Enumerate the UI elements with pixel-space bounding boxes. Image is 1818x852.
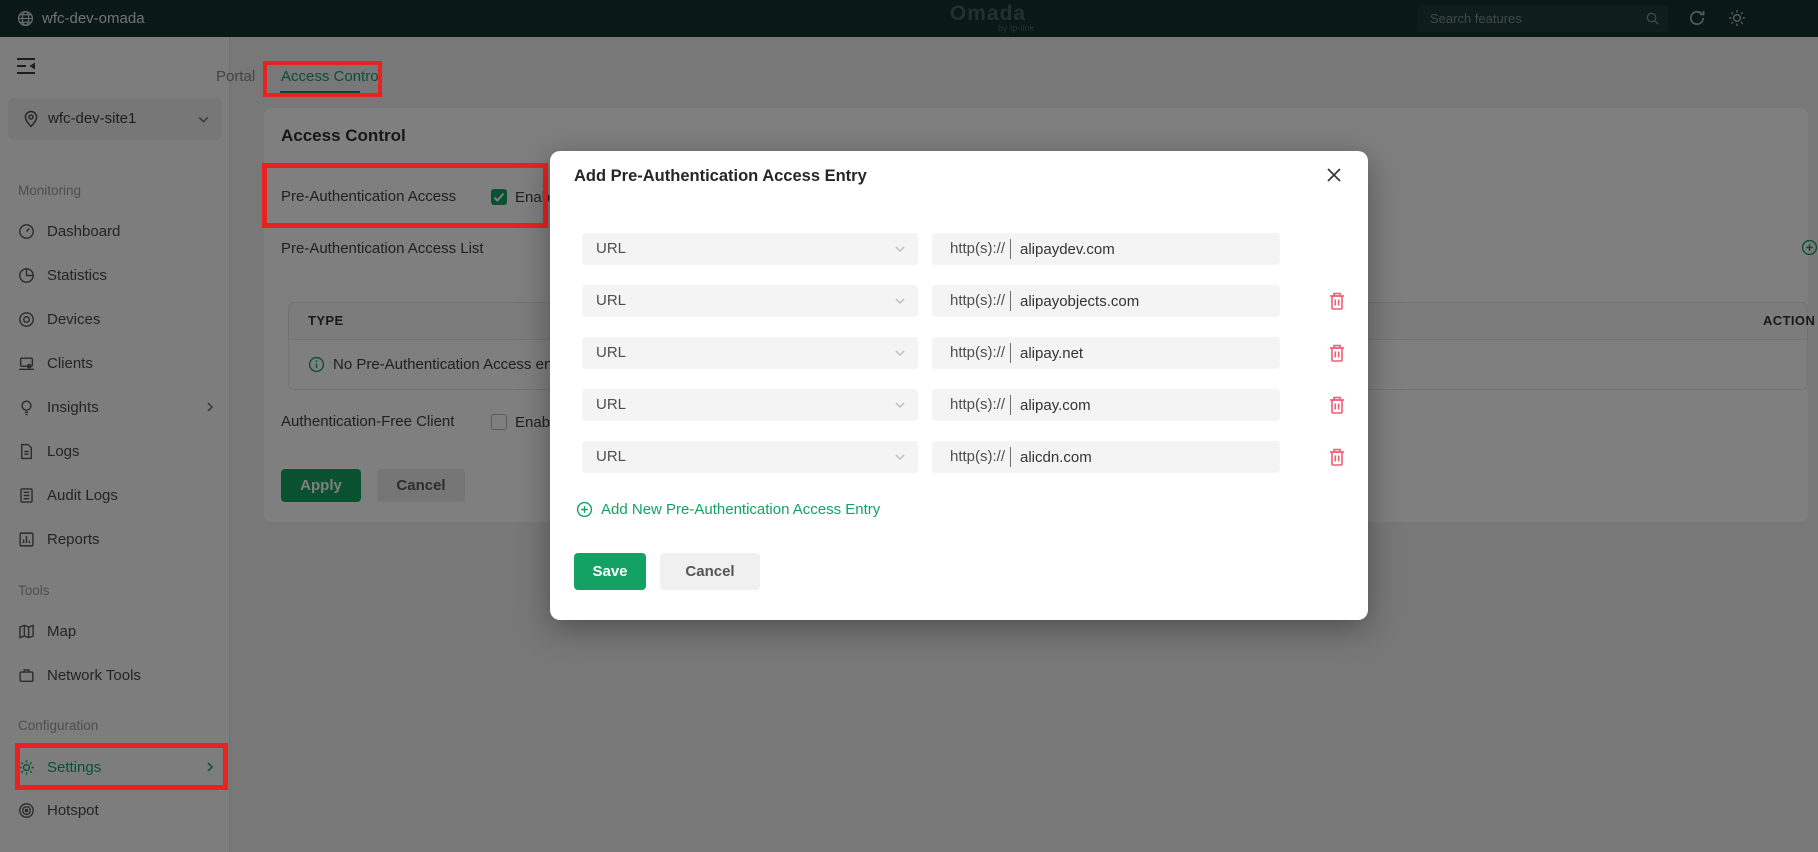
add-pre-auth-entry-dialog: Add Pre-Authentication Access Entry URL … — [550, 151, 1368, 620]
entry-row: URL http(s):// — [582, 233, 1336, 265]
chevron-down-icon — [894, 399, 906, 411]
chevron-down-icon — [894, 451, 906, 463]
prefix-divider — [1010, 395, 1011, 415]
delete-row-trash-icon[interactable] — [1328, 447, 1346, 467]
omada-app: wfc-dev-omada Omada by tp-link wfc-dev-s… — [0, 0, 1818, 852]
entry-type-select[interactable]: URL — [582, 389, 918, 421]
prefix-divider — [1010, 239, 1011, 259]
url-input[interactable] — [1020, 389, 1270, 421]
delete-row-trash-icon[interactable] — [1328, 395, 1346, 415]
url-input[interactable] — [1020, 337, 1270, 369]
url-prefix: http(s):// — [950, 448, 1006, 465]
save-button[interactable]: Save — [574, 553, 646, 590]
close-icon[interactable] — [1324, 165, 1344, 185]
entry-type-select[interactable]: URL — [582, 285, 918, 317]
url-prefix: http(s):// — [950, 292, 1006, 309]
delete-row-trash-icon[interactable] — [1328, 343, 1346, 363]
url-input-group: http(s):// — [932, 337, 1280, 369]
entry-type-select[interactable]: URL — [582, 441, 918, 473]
circle-plus-icon — [576, 501, 593, 518]
chevron-down-icon — [894, 295, 906, 307]
prefix-divider — [1010, 291, 1011, 311]
entry-row: URL http(s):// — [582, 389, 1344, 421]
url-input[interactable] — [1020, 233, 1270, 265]
url-input[interactable] — [1020, 285, 1270, 317]
entry-type-select[interactable]: URL — [582, 233, 918, 265]
chevron-down-icon — [894, 347, 906, 359]
dialog-title: Add Pre-Authentication Access Entry — [574, 167, 867, 185]
prefix-divider — [1010, 447, 1011, 467]
url-input-group: http(s):// — [932, 233, 1280, 265]
entry-row: URL http(s):// — [582, 285, 1344, 317]
url-input-group: http(s):// — [932, 389, 1280, 421]
url-prefix: http(s):// — [950, 396, 1006, 413]
dialog-cancel-button[interactable]: Cancel — [660, 553, 760, 590]
entry-row: URL http(s):// — [582, 441, 1344, 473]
url-input-group: http(s):// — [932, 285, 1280, 317]
chevron-down-icon — [894, 243, 906, 255]
url-prefix: http(s):// — [950, 240, 1006, 257]
url-input-group: http(s):// — [932, 441, 1280, 473]
delete-row-trash-icon[interactable] — [1328, 291, 1346, 311]
add-new-entry-link[interactable]: Add New Pre-Authentication Access Entry — [576, 500, 880, 518]
entry-type-select[interactable]: URL — [582, 337, 918, 369]
url-prefix: http(s):// — [950, 344, 1006, 361]
entry-row: URL http(s):// — [582, 337, 1344, 369]
prefix-divider — [1010, 343, 1011, 363]
url-input[interactable] — [1020, 441, 1270, 473]
